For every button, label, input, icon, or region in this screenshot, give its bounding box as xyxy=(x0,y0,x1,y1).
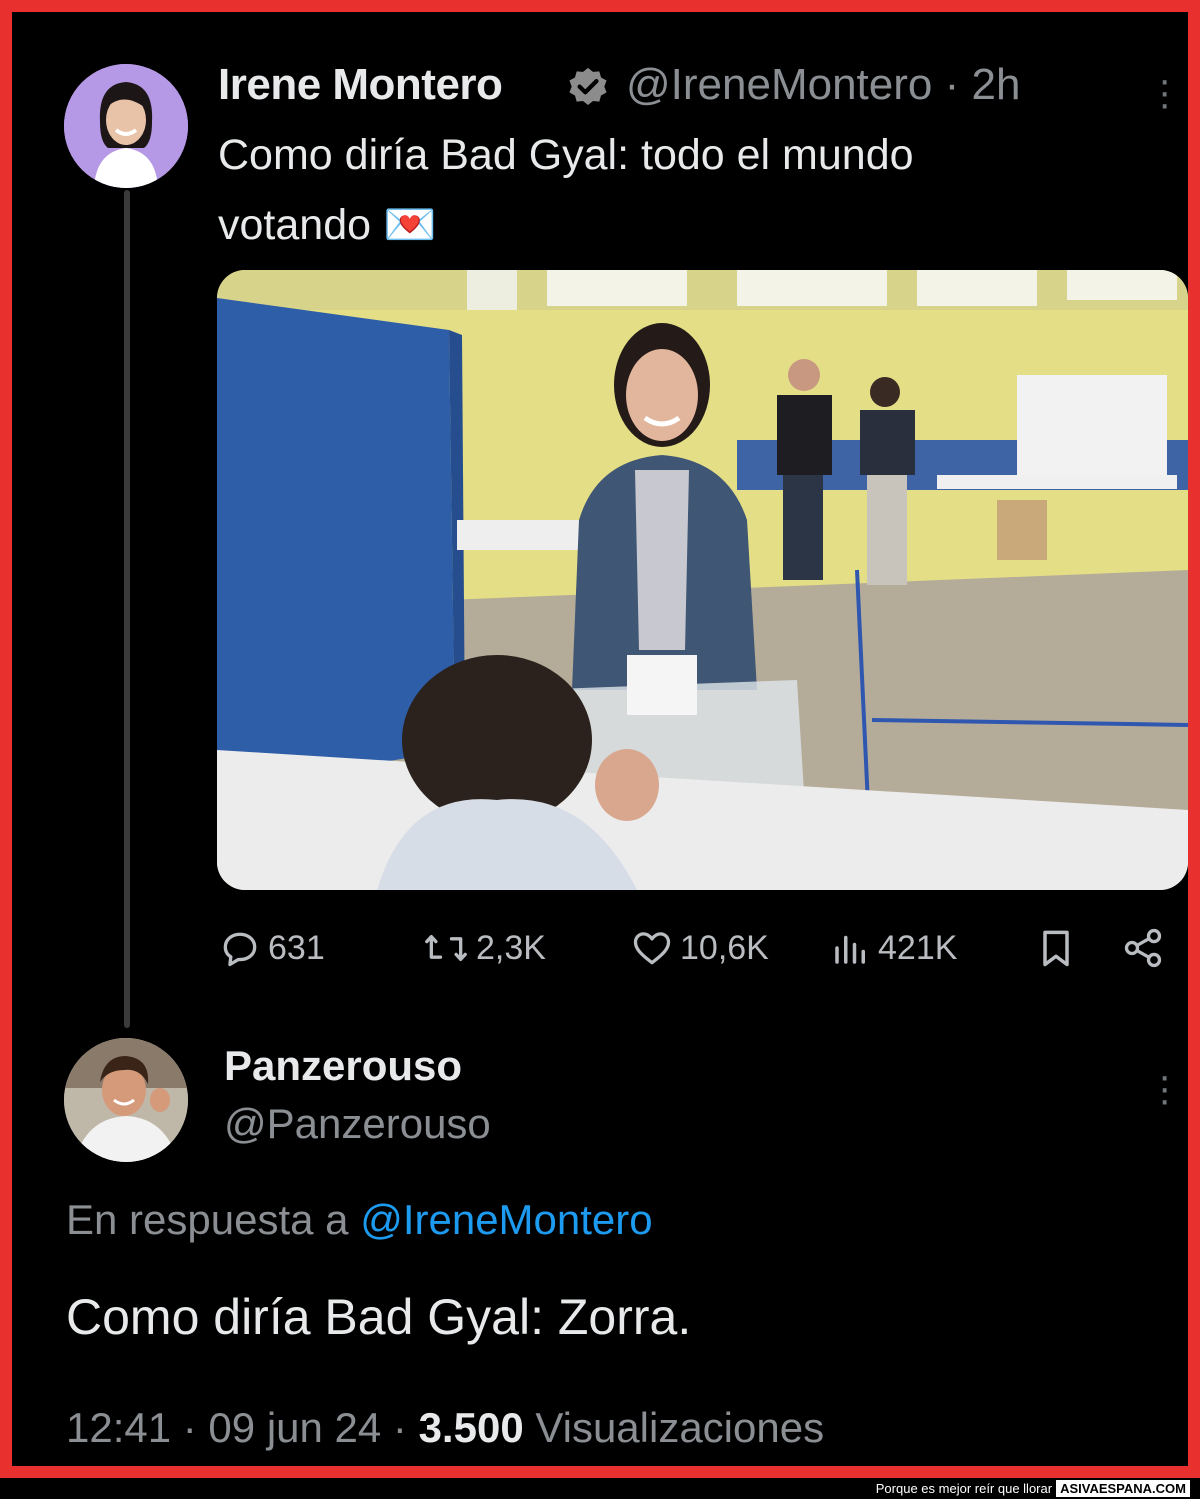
avatar-irene-montero[interactable] xyxy=(64,64,188,188)
reply-views-count: 3.500 xyxy=(418,1404,524,1451)
like-action[interactable]: 10,6K xyxy=(630,926,769,970)
tweet-text-line-2: votando 💌 xyxy=(218,201,437,249)
reply-count: 631 xyxy=(268,928,325,967)
like-count: 10,6K xyxy=(680,928,769,967)
retweet-action[interactable]: 2,3K xyxy=(422,926,546,970)
share-icon[interactable] xyxy=(1120,926,1166,970)
views-icon[interactable] xyxy=(830,926,872,970)
screenshot-frame: Irene Montero @IreneMontero · 2h · · · Com… xyxy=(0,0,1200,1478)
reply-action[interactable]: 631 xyxy=(218,926,325,970)
reply-icon[interactable] xyxy=(218,926,262,970)
reply-author-name[interactable]: Panzerouso xyxy=(224,1042,462,1090)
reply-timestamp[interactable]: 12:41 · 09 jun 24 · xyxy=(66,1404,407,1451)
reply-context: En respuesta a @IreneMontero xyxy=(66,1196,653,1244)
watermark-footer: Porque es mejor reír que llorar ASIVAESP… xyxy=(0,1478,1200,1499)
reply-author-handle[interactable]: @Panzerouso xyxy=(224,1100,491,1148)
views-action[interactable]: 421K xyxy=(830,926,957,970)
more-icon[interactable]: · · · xyxy=(1158,60,1171,124)
author-name[interactable]: Irene Montero xyxy=(218,60,503,110)
tweet-text: Como diría Bad Gyal: todo el mundo votan… xyxy=(218,120,1118,260)
retweet-icon[interactable] xyxy=(422,926,470,970)
reply-mention-link[interactable]: @IreneMontero xyxy=(360,1196,652,1243)
reply-meta: 12:41 · 09 jun 24 · 3.500 Visualizacione… xyxy=(66,1404,824,1452)
reply-prefix: En respuesta a xyxy=(66,1196,349,1243)
retweet-count: 2,3K xyxy=(476,928,546,967)
footer-site[interactable]: ASIVAESPANA.COM xyxy=(1056,1480,1190,1497)
author-handle[interactable]: @IreneMontero xyxy=(626,60,932,109)
footer-tagline: Porque es mejor reír que llorar xyxy=(875,1481,1053,1496)
tweet-time[interactable]: · 2h xyxy=(945,60,1021,109)
tweet-text-line-1: Como diría Bad Gyal: todo el mundo xyxy=(218,131,914,179)
like-icon[interactable] xyxy=(630,926,674,970)
thread-line xyxy=(124,190,130,1028)
reply-views-label: Visualizaciones xyxy=(535,1404,825,1451)
avatar-panzerouso[interactable] xyxy=(64,1038,188,1162)
verified-badge-icon xyxy=(565,65,611,111)
views-count: 421K xyxy=(878,928,958,967)
tweet-photo[interactable] xyxy=(217,270,1188,890)
bookmark-icon[interactable] xyxy=(1034,926,1078,970)
more-icon[interactable]: · · · xyxy=(1158,1056,1171,1120)
reply-text: Como diría Bad Gyal: Zorra. xyxy=(66,1289,692,1345)
author-handle-and-time[interactable]: @IreneMontero · 2h xyxy=(626,60,1020,110)
